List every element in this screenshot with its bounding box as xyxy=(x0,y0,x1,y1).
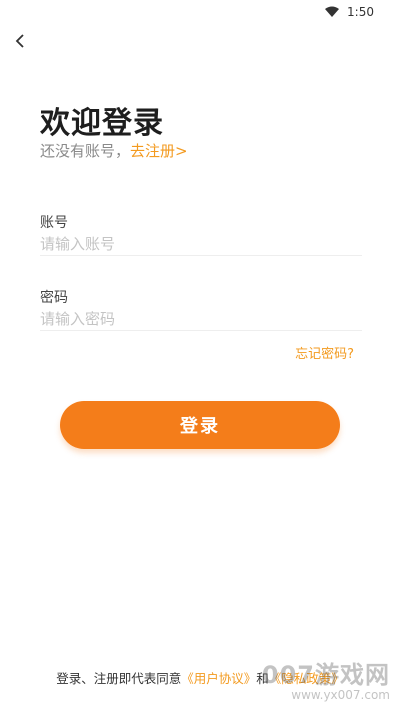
register-prompt: 还没有账号，去注册> xyxy=(40,140,188,161)
account-divider xyxy=(40,255,362,256)
account-input[interactable] xyxy=(40,233,362,255)
forgot-password-link[interactable]: 忘记密码? xyxy=(295,343,354,362)
chevron-left-icon xyxy=(15,34,24,48)
register-link[interactable]: 去注册> xyxy=(130,142,188,160)
status-bar: 1:50 xyxy=(0,0,400,24)
watermark: 007游戏网 www.yx007.com xyxy=(262,662,390,702)
page-title: 欢迎登录 xyxy=(40,106,164,141)
login-button[interactable]: 登录 xyxy=(60,401,340,449)
password-input[interactable] xyxy=(40,308,362,330)
register-prompt-text: 还没有账号， xyxy=(40,142,131,160)
password-divider xyxy=(40,330,362,331)
status-time: 1:50 xyxy=(347,5,374,19)
watermark-brand: 007游戏网 xyxy=(261,661,390,689)
password-label: 密码 xyxy=(40,290,68,306)
wifi-icon xyxy=(325,6,340,18)
watermark-url: www.yx007.com xyxy=(291,688,390,702)
agreement-prefix: 登录、注册即代表同意 xyxy=(56,671,182,686)
back-button[interactable] xyxy=(10,30,32,52)
account-label: 账号 xyxy=(40,215,68,231)
user-agreement-link[interactable]: 《用户协议》 xyxy=(181,671,256,686)
